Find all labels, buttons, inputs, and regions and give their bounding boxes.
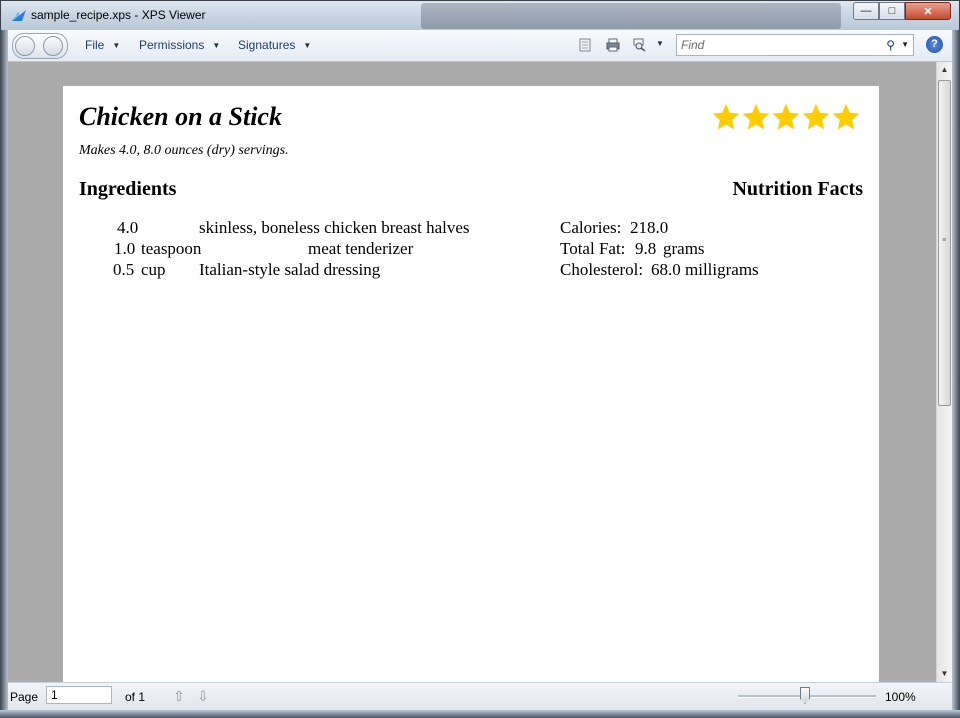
- nutrition-label: Cholesterol:: [560, 260, 644, 279]
- background-window: [421, 3, 841, 29]
- arrow-up-icon[interactable]: ⇧: [171, 687, 187, 705]
- nutrition-value: 9.8: [635, 239, 657, 258]
- ingredient-name: meat tenderizer: [308, 239, 414, 258]
- ingredient-row: 4.0 skinless, boneless chicken breast ha…: [63, 218, 563, 239]
- close-icon: ✕: [923, 5, 933, 18]
- document-icon[interactable]: [578, 38, 592, 52]
- nutrition-unit: milligrams: [685, 260, 759, 279]
- chevron-down-icon: ▼: [212, 40, 221, 50]
- nutrition-label: Total Fat:: [560, 239, 626, 258]
- nutrition-value: 218.0: [630, 218, 669, 237]
- window-frame-left: [0, 30, 8, 710]
- minimize-icon: —: [860, 5, 872, 17]
- nutrition-value: 68.0: [651, 260, 681, 279]
- window-title: sample_recipe.xps - XPS Viewer: [31, 8, 206, 22]
- ingredient-unit: teaspoon: [141, 239, 202, 258]
- recipe-title: Chicken on a Stick: [79, 102, 282, 131]
- document-page: Chicken on a Stick Makes 4.0, 8.0 ounces…: [63, 86, 879, 682]
- chevron-down-icon: ▼: [303, 40, 312, 50]
- nutrition-row: Total Fat: 9.8 grams: [560, 239, 860, 260]
- zoom-dropdown[interactable]: ▼: [656, 39, 664, 48]
- ingredients-heading: Ingredients: [79, 178, 177, 200]
- nutrition-label: Calories:: [560, 218, 622, 237]
- arrow-down-icon[interactable]: ⇩: [195, 687, 211, 705]
- ingredient-name: skinless, boneless chicken breast halves: [199, 218, 470, 237]
- menu-signatures-label: Signatures: [238, 38, 296, 52]
- help-icon[interactable]: ?: [926, 36, 943, 53]
- app-icon: [12, 10, 26, 21]
- zoom-slider-thumb[interactable]: [800, 687, 810, 704]
- ingredient-unit: cup: [141, 260, 166, 279]
- ingredient-row: 0.5 cup Italian-style salad dressing: [63, 260, 563, 281]
- chevron-down-icon[interactable]: ▼: [901, 40, 909, 49]
- chevron-down-icon: ▼: [656, 39, 664, 48]
- find-box: ⚲ ▼: [676, 34, 914, 56]
- page-number-input[interactable]: [48, 688, 107, 702]
- print-icon[interactable]: [606, 38, 620, 52]
- back-button[interactable]: [15, 36, 35, 56]
- ingredient-row: 1.0 teaspoon meat tenderizer: [63, 239, 563, 260]
- menu-permissions-label: Permissions: [139, 38, 205, 52]
- zoom-icon[interactable]: [633, 38, 647, 52]
- ingredient-qty: 4.0: [117, 218, 139, 237]
- document-viewport[interactable]: Chicken on a Stick Makes 4.0, 8.0 ounces…: [8, 62, 936, 682]
- recipe-servings: Makes 4.0, 8.0 ounces (dry) servings.: [79, 143, 289, 158]
- close-button[interactable]: ✕: [905, 2, 951, 20]
- nutrition-heading: Nutrition Facts: [732, 178, 863, 200]
- star-icon: [832, 103, 860, 130]
- menu-signatures[interactable]: Signatures ▼: [238, 38, 311, 52]
- status-bar: Page of 1 ⇧ ⇩ 100%: [8, 682, 952, 710]
- find-input[interactable]: [681, 37, 871, 53]
- rating-stars: [711, 101, 861, 133]
- scrollbar-thumb[interactable]: ≡: [938, 80, 951, 406]
- star-icon: [772, 103, 800, 130]
- grip-icon: ≡: [942, 237, 947, 244]
- ingredient-name: Italian-style salad dressing: [199, 260, 381, 279]
- nutrition-row: Calories: 218.0: [560, 218, 860, 239]
- forward-button[interactable]: [43, 36, 63, 56]
- page-label: Page: [10, 690, 39, 704]
- caption-buttons: — □ ✕: [853, 2, 951, 20]
- toolbar: File ▼ Permissions ▼ Signatures ▼ ▼ ⚲ ▼ ?: [8, 30, 952, 62]
- xps-viewer-window: sample_recipe.xps - XPS Viewer — □ ✕ Fil…: [0, 0, 960, 718]
- zoom-level: 100%: [885, 690, 916, 704]
- search-icon[interactable]: ⚲: [886, 38, 895, 52]
- star-icon: [742, 103, 770, 130]
- scroll-up-icon[interactable]: ▲: [937, 62, 952, 78]
- maximize-icon: □: [888, 5, 896, 17]
- maximize-button[interactable]: □: [879, 2, 905, 20]
- page-number-box: [46, 686, 112, 704]
- vertical-scrollbar[interactable]: ▲ ≡ ▼: [936, 62, 952, 682]
- star-icon: [712, 103, 740, 130]
- chevron-down-icon: ▼: [112, 40, 121, 50]
- menu-permissions[interactable]: Permissions ▼: [139, 38, 220, 52]
- scroll-down-icon[interactable]: ▼: [937, 666, 952, 682]
- nav-buttons: [12, 33, 68, 59]
- menu-file[interactable]: File ▼: [85, 38, 120, 52]
- ingredient-qty: 1.0: [114, 239, 136, 258]
- ingredient-qty: 0.5: [113, 260, 135, 279]
- nutrition-row: Cholesterol: 68.0 milligrams: [560, 260, 860, 281]
- window-frame-right: [952, 30, 960, 710]
- menu-file-label: File: [85, 38, 105, 52]
- title-bar: sample_recipe.xps - XPS Viewer — □ ✕: [0, 0, 960, 30]
- window-frame-bottom: [0, 710, 960, 718]
- minimize-button[interactable]: —: [853, 2, 879, 20]
- star-icon: [802, 103, 830, 130]
- page-count: of 1: [125, 690, 146, 704]
- nutrition-unit: grams: [663, 239, 705, 258]
